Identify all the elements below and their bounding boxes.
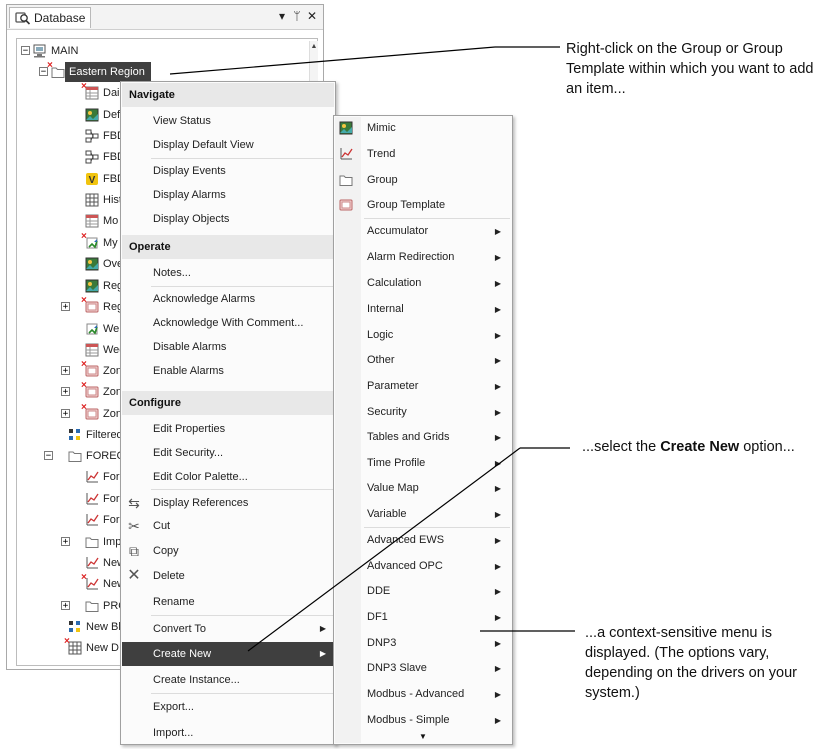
annotation-context-menu: ...a context-sensitive menu is displayed…: [585, 625, 798, 701]
annotation-create-new-pre: ...select the: [582, 439, 661, 455]
annotation-create-new-post: option...: [739, 439, 795, 455]
callout-line-1: [169, 46, 496, 75]
annotation-right-click: Right-click on the Group or Group Templa…: [566, 41, 814, 97]
callout-line-2: [247, 447, 521, 652]
annotation-create-new-bold: Create New: [660, 439, 740, 455]
annotation-create-new: ...select the Create New option...: [582, 437, 832, 457]
